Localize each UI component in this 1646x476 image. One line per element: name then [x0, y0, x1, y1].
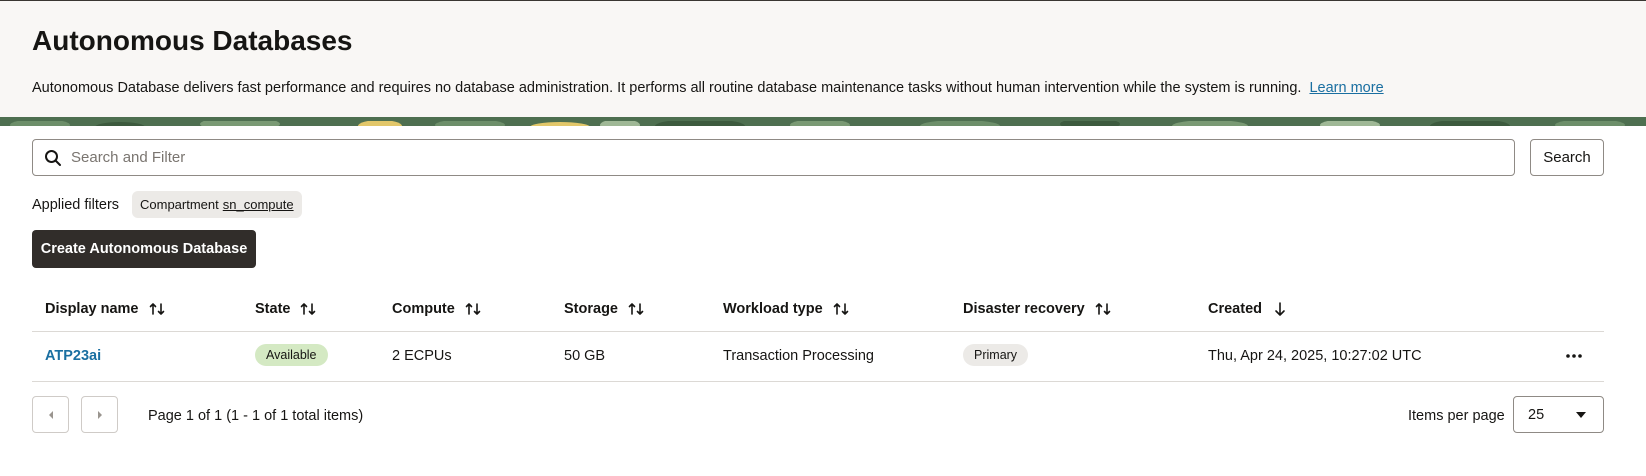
- chevron-right-icon: [97, 410, 102, 419]
- decorative-banner: [0, 117, 1646, 126]
- column-header-storage[interactable]: Storage: [564, 301, 644, 317]
- items-per-page-select[interactable]: 25: [1513, 396, 1604, 433]
- search-button[interactable]: Search: [1530, 139, 1604, 176]
- column-label: State: [255, 301, 291, 317]
- column-label: Display name: [45, 301, 139, 317]
- column-label: Workload type: [723, 301, 823, 317]
- search-input[interactable]: [71, 140, 1501, 175]
- search-box[interactable]: [32, 139, 1515, 176]
- created-cell: Thu, Apr 24, 2025, 10:27:02 UTC: [1208, 348, 1422, 364]
- sort-icon: [628, 303, 644, 315]
- filter-chip-value[interactable]: sn_compute: [223, 197, 294, 212]
- items-per-page-label: Items per page: [1408, 408, 1505, 424]
- state-badge: Available: [255, 344, 328, 366]
- next-page-button[interactable]: [81, 396, 118, 433]
- chevron-left-icon: [48, 410, 53, 419]
- column-label: Disaster recovery: [963, 301, 1085, 317]
- column-header-workload-type[interactable]: Workload type: [723, 301, 849, 317]
- applied-filters-label: Applied filters: [32, 197, 120, 213]
- page-description: Autonomous Database delivers fast perfor…: [32, 80, 1384, 96]
- display-name-link[interactable]: ATP23ai: [45, 348, 101, 364]
- column-header-compute[interactable]: Compute: [392, 301, 481, 317]
- sort-icon: [149, 303, 164, 315]
- column-header-state[interactable]: State: [255, 301, 316, 317]
- disaster-recovery-badge: Primary: [963, 344, 1029, 366]
- sort-icon: [1095, 303, 1111, 315]
- filter-chip-compartment[interactable]: Compartment sn_compute: [132, 191, 302, 218]
- more-icon: [1566, 354, 1582, 358]
- description-text: Autonomous Database delivers fast perfor…: [32, 80, 1302, 96]
- filter-chip-key: Compartment: [140, 197, 219, 212]
- sort-icon: [301, 303, 316, 315]
- sort-icon: [833, 303, 848, 315]
- workload-type-cell: Transaction Processing: [723, 348, 874, 364]
- page-header: Autonomous Databases Autonomous Database…: [0, 0, 1646, 118]
- more-actions-button[interactable]: [1560, 343, 1588, 369]
- compute-cell: 2 ECPUs: [392, 348, 452, 364]
- table-header: Display name State Compute Storage Workl…: [32, 286, 1604, 332]
- page-title: Autonomous Databases: [32, 25, 353, 56]
- storage-cell: 50 GB: [564, 348, 606, 364]
- search-icon: [45, 150, 61, 166]
- sort-icon: [465, 303, 481, 315]
- column-header-disaster-recovery[interactable]: Disaster recovery: [963, 301, 1111, 317]
- items-per-page-value: 25: [1528, 407, 1545, 423]
- sort-down-icon: [1275, 302, 1285, 316]
- column-header-display-name[interactable]: Display name: [45, 301, 165, 317]
- databases-table: Display name State Compute Storage Workl…: [32, 286, 1604, 382]
- column-label: Storage: [564, 301, 618, 317]
- column-label: Compute: [392, 301, 455, 317]
- banner-pattern: [0, 117, 1646, 126]
- learn-more-link[interactable]: Learn more: [1309, 80, 1383, 96]
- column-label: Created: [1208, 301, 1262, 317]
- caret-down-icon: [1576, 412, 1586, 418]
- table-row: ATP23ai Available 2 ECPUs 50 GB Transact…: [32, 332, 1604, 382]
- previous-page-button[interactable]: [32, 396, 69, 433]
- create-autonomous-database-button[interactable]: Create Autonomous Database: [32, 230, 256, 268]
- column-header-created[interactable]: Created: [1208, 301, 1288, 317]
- pagination-info: Page 1 of 1 (1 - 1 of 1 total items): [148, 408, 364, 424]
